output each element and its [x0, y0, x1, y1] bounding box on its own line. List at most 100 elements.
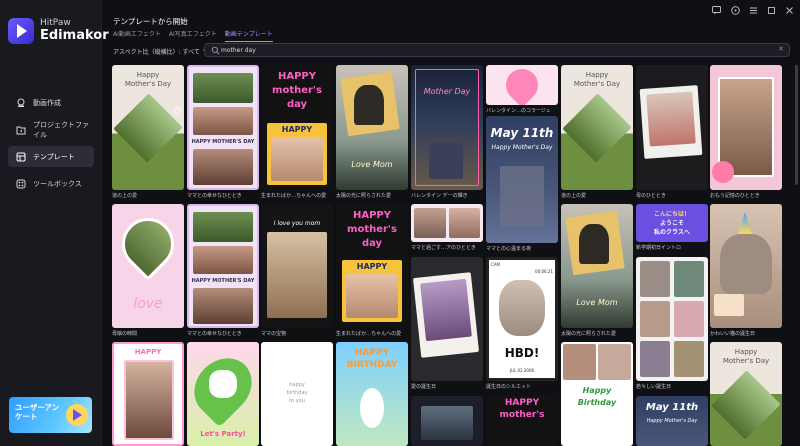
template-card[interactable]: Love Mom — [561, 204, 633, 328]
template-photo — [674, 341, 704, 377]
template-photo — [449, 208, 480, 238]
tab-ai-photo-effects[interactable]: AI写真エフェクト — [169, 29, 217, 42]
aspect-ratio-dropdown[interactable]: アスペクト比（縦横比）: すべて — [113, 47, 209, 56]
template-title: ママの宝物 — [261, 331, 287, 337]
template-card[interactable]: happy birthday to you — [261, 342, 333, 446]
template-title: 母娘の時間 — [112, 331, 138, 337]
template-card[interactable] — [710, 65, 782, 190]
help-button[interactable] — [727, 3, 743, 17]
template-photo — [193, 288, 253, 324]
template-card[interactable] — [636, 65, 708, 190]
feedback-button[interactable] — [708, 3, 724, 17]
edimakor-logo-icon — [8, 18, 34, 44]
template-photo — [193, 212, 253, 242]
template-card[interactable]: Let's Party! — [187, 342, 259, 446]
template-photo — [414, 208, 446, 238]
template-card[interactable]: HAPPY MOTHER'S DAY — [187, 204, 259, 328]
template-photo — [563, 344, 596, 380]
menu-button[interactable] — [745, 3, 761, 17]
template-photo — [124, 360, 174, 440]
search-input[interactable] — [221, 45, 761, 55]
chat-icon — [711, 5, 721, 14]
sidebar-item-toolbox[interactable]: ツールボックス — [8, 173, 94, 194]
template-photo — [346, 274, 398, 318]
template-card[interactable]: HAPPY mother's day HAPPY — [261, 65, 333, 190]
template-flower — [712, 161, 734, 183]
template-card[interactable]: I love you mom — [261, 204, 333, 328]
close-button[interactable] — [781, 3, 797, 17]
page-title: テンプレートから開始 — [113, 17, 188, 26]
template-photo — [598, 344, 631, 380]
template-card[interactable]: love — [112, 204, 184, 328]
template-tabs: AI動画エフェクト AI写真エフェクト 動画テンプレート — [113, 29, 281, 42]
sidebar-item-project-files[interactable]: プロジェクトファイル — [8, 119, 94, 140]
template-card[interactable] — [636, 257, 708, 381]
template-card[interactable] — [411, 204, 483, 242]
template-photo — [193, 149, 253, 185]
video-create-icon — [17, 98, 25, 107]
template-dog — [209, 370, 237, 398]
template-title: ママとの幸せなひととき — [187, 331, 242, 337]
template-heart-shape — [499, 65, 545, 105]
template-card[interactable]: Happy Mother's Day — [710, 342, 782, 446]
template-photo — [193, 246, 253, 274]
template-card[interactable]: こんにちは！ ようこそ 私のクラスへ — [636, 204, 708, 242]
template-photo — [499, 280, 545, 336]
template-card[interactable]: Happy Mother's Day — [561, 65, 633, 190]
template-title: 愛の誕生日 — [411, 384, 437, 390]
template-title: 母のひととき — [636, 193, 666, 199]
scrollbar[interactable] — [795, 65, 798, 185]
template-photo — [640, 341, 670, 377]
close-icon — [785, 6, 793, 14]
template-photo — [421, 406, 473, 440]
template-card[interactable]: Happy Mother's Day — [112, 65, 184, 190]
app-logo: HitPaw Edimakor — [8, 18, 109, 44]
template-card[interactable]: May 11th Happy Mother's Day — [486, 116, 558, 243]
template-title: 生まれたばか…ちゃんへの愛 — [336, 331, 402, 337]
template-title: ママとの幸せなひととき — [187, 193, 242, 199]
template-icon — [16, 152, 26, 161]
maximize-button[interactable] — [763, 3, 779, 17]
favorite-icon[interactable] — [172, 105, 183, 116]
template-cake — [714, 294, 744, 316]
template-card[interactable] — [710, 204, 782, 328]
template-character — [360, 388, 384, 428]
template-card[interactable] — [411, 396, 483, 446]
sidebar-item-label: ツールボックス — [33, 179, 82, 188]
template-photo — [674, 261, 704, 297]
clear-search-icon[interactable]: ✕ — [778, 45, 784, 53]
menu-icon — [749, 7, 757, 13]
template-title: 太陽の光に照らされた愛 — [336, 193, 392, 199]
template-card[interactable]: HAPPY BIRTHDAY — [336, 342, 408, 446]
template-card[interactable]: CAM 00:06:21 HBD! JUL 02 2006 — [486, 257, 558, 381]
template-title: バレンタイン…のコラージュ — [486, 108, 551, 114]
template-card[interactable]: Mother Day — [411, 65, 483, 190]
template-silhouette — [579, 224, 609, 264]
sidebar-item-templates[interactable]: テンプレート — [8, 146, 94, 167]
template-photo — [640, 301, 670, 337]
template-card[interactable] — [411, 257, 483, 381]
user-survey-banner[interactable]: ユーザーアンケート — [9, 397, 92, 433]
tab-video-templates[interactable]: 動画テンプレート — [224, 29, 273, 42]
template-photo — [711, 370, 781, 440]
template-card[interactable]: HAPPY — [112, 342, 184, 446]
template-title: 若々しい誕生日 — [636, 384, 672, 390]
template-title: 太陽の光に照らされた愛 — [561, 331, 617, 337]
toolbox-icon — [16, 179, 26, 188]
template-card[interactable]: Happy Birthday — [561, 342, 633, 446]
template-card[interactable]: Love Mom — [336, 65, 408, 190]
template-photo — [646, 91, 696, 147]
template-photo — [674, 301, 704, 337]
template-silhouette — [354, 85, 384, 125]
template-card[interactable]: HAPPY MOTHER'S DAY — [187, 65, 259, 190]
template-photo — [267, 232, 327, 318]
template-card[interactable]: HAPPY mother's day HAPPY — [336, 204, 408, 328]
template-title: おもう記憶のひととき — [710, 193, 760, 199]
sidebar-item-create-video[interactable]: 動画作成 — [8, 92, 94, 113]
tab-ai-video-effects[interactable]: AI動画エフェクト — [113, 29, 161, 42]
template-card[interactable] — [486, 65, 558, 105]
template-card[interactable]: HAPPY mother's — [486, 396, 558, 446]
search-bar: ✕ — [204, 43, 790, 57]
template-card[interactable]: May 11th Happy Mother's Day — [636, 396, 708, 446]
template-photo — [271, 137, 323, 181]
